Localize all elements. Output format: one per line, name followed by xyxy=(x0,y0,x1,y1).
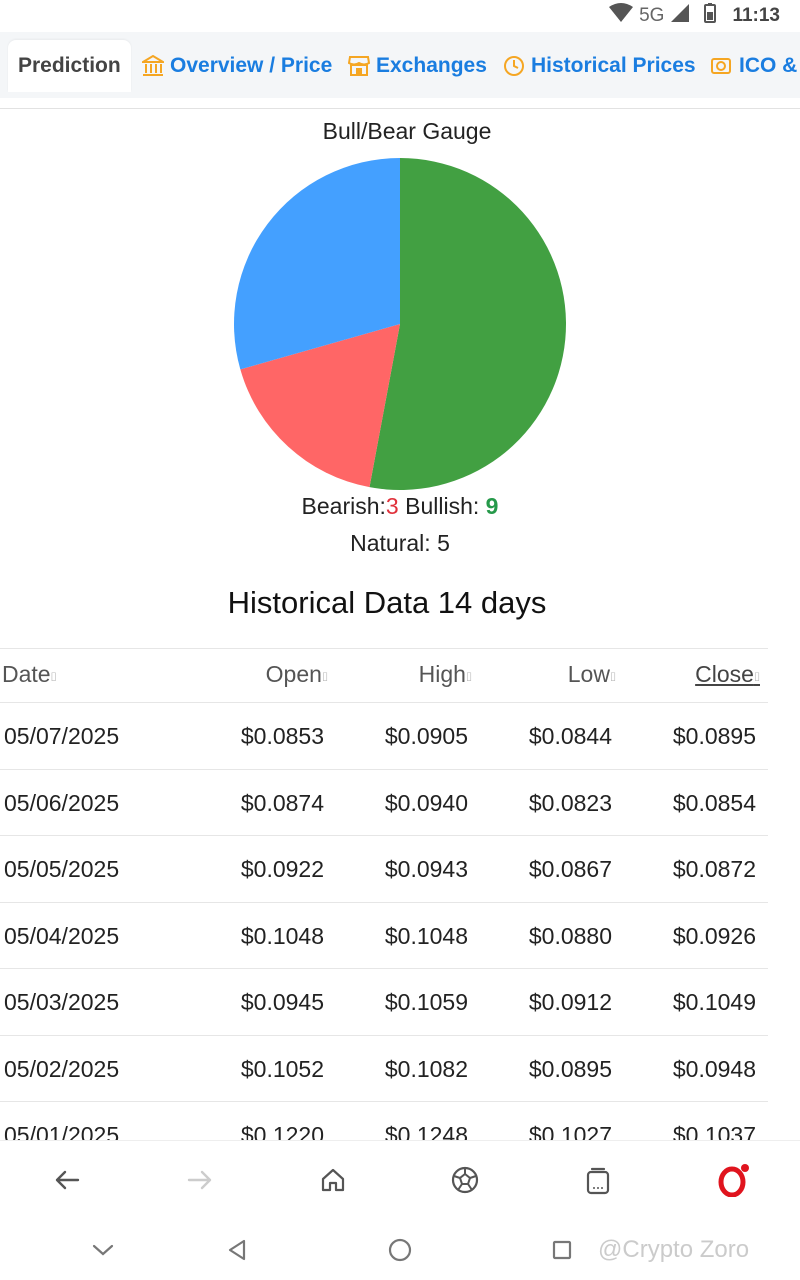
cell-low: $0.0895 xyxy=(528,1055,612,1082)
tab-historical-prices[interactable]: Historical Prices xyxy=(503,40,696,92)
tab-label: Exchanges xyxy=(376,54,487,77)
tab-ico[interactable]: ICO & xyxy=(711,40,797,92)
bullish-value: 9 xyxy=(485,493,499,519)
cell-high: $0.1248 xyxy=(384,1122,468,1140)
tab-strip-divider xyxy=(0,108,800,109)
historical-table: Date▯ Open▯ High▯ Low▯ Close▯ 05/07/2025… xyxy=(0,648,768,1140)
watermark: @Crypto Zoro xyxy=(598,1236,750,1263)
back-icon[interactable] xyxy=(50,1163,84,1197)
cell-open: $0.0853 xyxy=(240,723,324,749)
cell-close: $0.0926 xyxy=(672,922,756,949)
natural-label: Natural: xyxy=(350,530,431,556)
cell-close: $0.0948 xyxy=(672,1055,756,1082)
column-header-close[interactable]: Close▯ xyxy=(695,661,760,688)
opera-menu-icon[interactable] xyxy=(716,1163,750,1197)
status-bar: 5G 11:13 xyxy=(0,0,800,32)
bank-icon xyxy=(142,55,164,77)
tabs-icon[interactable] xyxy=(581,1163,615,1197)
cell-date: 05/05/2025 xyxy=(4,856,120,882)
bearish-label: Bearish: xyxy=(301,493,386,519)
tab-overview-price[interactable]: Overview / Price xyxy=(142,40,332,92)
store-icon xyxy=(348,55,370,77)
cell-high: $0.1048 xyxy=(384,922,468,949)
cell-open: $0.0945 xyxy=(240,989,324,1015)
cell-high: $0.1082 xyxy=(384,1055,468,1082)
cell-close: $0.0895 xyxy=(672,723,756,749)
cell-date: 05/02/2025 xyxy=(4,1055,120,1082)
cell-open: $0.1052 xyxy=(240,1055,324,1082)
cell-open: $0.1220 xyxy=(240,1122,324,1140)
network-type: 5G xyxy=(639,5,665,26)
cell-date: 05/03/2025 xyxy=(4,989,120,1015)
cell-close: $0.0872 xyxy=(672,856,756,882)
cell-high: $0.1059 xyxy=(384,989,468,1015)
gauge-title: Bull/Bear Gauge xyxy=(322,118,492,144)
cell-close: $0.1037 xyxy=(672,1122,756,1140)
cell-low: $0.0823 xyxy=(528,789,612,816)
gauge-counts: Bearish:3 Bullish: 9 xyxy=(0,493,800,520)
cell-close: $0.0854 xyxy=(672,789,756,816)
bearish-value: 3 xyxy=(385,493,399,519)
money-icon xyxy=(711,55,733,77)
clock: 11:13 xyxy=(732,5,780,26)
bullish-label: Bullish: xyxy=(405,493,480,519)
cell-low: $0.0844 xyxy=(528,723,612,749)
recents-square-icon[interactable] xyxy=(548,1236,576,1264)
table-row: 05/05/2025 $0.0922 $0.0943 $0.0867 $0.08… xyxy=(0,836,768,903)
tab-label: ICO & xyxy=(739,54,798,77)
collapse-icon[interactable] xyxy=(89,1236,117,1264)
tab-label: Prediction xyxy=(18,54,121,77)
cell-date: 05/01/2025 xyxy=(4,1122,120,1140)
cell-date: 05/04/2025 xyxy=(4,922,120,949)
tab-prediction[interactable]: Prediction xyxy=(8,40,131,92)
cell-open: $0.0922 xyxy=(240,856,324,882)
column-header-high[interactable]: High▯ xyxy=(419,661,472,688)
cell-low: $0.0867 xyxy=(528,856,612,882)
historical-data-title: Historical Data 14 days xyxy=(227,585,547,620)
column-header-date[interactable]: Date▯ xyxy=(2,661,57,688)
table-row: 05/04/2025 $0.1048 $0.1048 $0.0880 $0.09… xyxy=(0,903,768,969)
column-header-low[interactable]: Low▯ xyxy=(568,661,616,688)
clock-icon xyxy=(503,55,525,77)
natural-count: Natural: 5 xyxy=(0,530,800,557)
signal-icon xyxy=(670,3,690,29)
natural-value: 5 xyxy=(437,530,450,556)
cell-high: $0.0940 xyxy=(384,789,468,816)
cell-open: $0.1048 xyxy=(240,922,324,949)
cell-date: 05/07/2025 xyxy=(4,723,120,749)
tab-strip: Prediction Overview / Price Exchanges Hi… xyxy=(0,32,800,98)
table-row: 05/07/2025 $0.0853 $0.0905 $0.0844 $0.08… xyxy=(0,703,768,770)
cell-high: $0.0905 xyxy=(384,723,468,749)
tab-label: Historical Prices xyxy=(531,54,696,77)
tab-label: Overview / Price xyxy=(170,54,333,77)
cell-date: 05/06/2025 xyxy=(4,789,120,816)
battery-icon xyxy=(704,3,717,29)
tab-exchanges[interactable]: Exchanges xyxy=(348,40,487,92)
cell-high: $0.0943 xyxy=(384,856,468,882)
home-circle-icon[interactable] xyxy=(386,1236,414,1264)
table-row: 05/03/2025 $0.0945 $0.1059 $0.0912 $0.10… xyxy=(0,969,768,1036)
status-indicators: 5G 11:13 xyxy=(609,3,780,29)
table-header: Date▯ Open▯ High▯ Low▯ Close▯ xyxy=(0,649,768,703)
bull-bear-pie-chart xyxy=(234,158,567,490)
cell-low: $0.0880 xyxy=(528,922,612,949)
cell-close: $0.1049 xyxy=(672,989,756,1015)
soccer-ball-icon[interactable] xyxy=(448,1163,482,1197)
table-row: 05/06/2025 $0.0874 $0.0940 $0.0823 $0.08… xyxy=(0,770,768,836)
cell-low: $0.1027 xyxy=(528,1122,612,1140)
column-header-open[interactable]: Open▯ xyxy=(266,661,328,688)
table-row: 05/02/2025 $0.1052 $0.1082 $0.0895 $0.09… xyxy=(0,1036,768,1102)
browser-toolbar xyxy=(0,1140,800,1218)
forward-icon[interactable] xyxy=(183,1163,217,1197)
home-icon[interactable] xyxy=(316,1163,350,1197)
table-row: 05/01/2025 $0.1220 $0.1248 $0.1027 $0.10… xyxy=(0,1102,768,1140)
back-triangle-icon[interactable] xyxy=(223,1236,251,1264)
cell-open: $0.0874 xyxy=(240,789,324,816)
cell-low: $0.0912 xyxy=(528,989,612,1015)
wifi-icon xyxy=(609,3,634,29)
